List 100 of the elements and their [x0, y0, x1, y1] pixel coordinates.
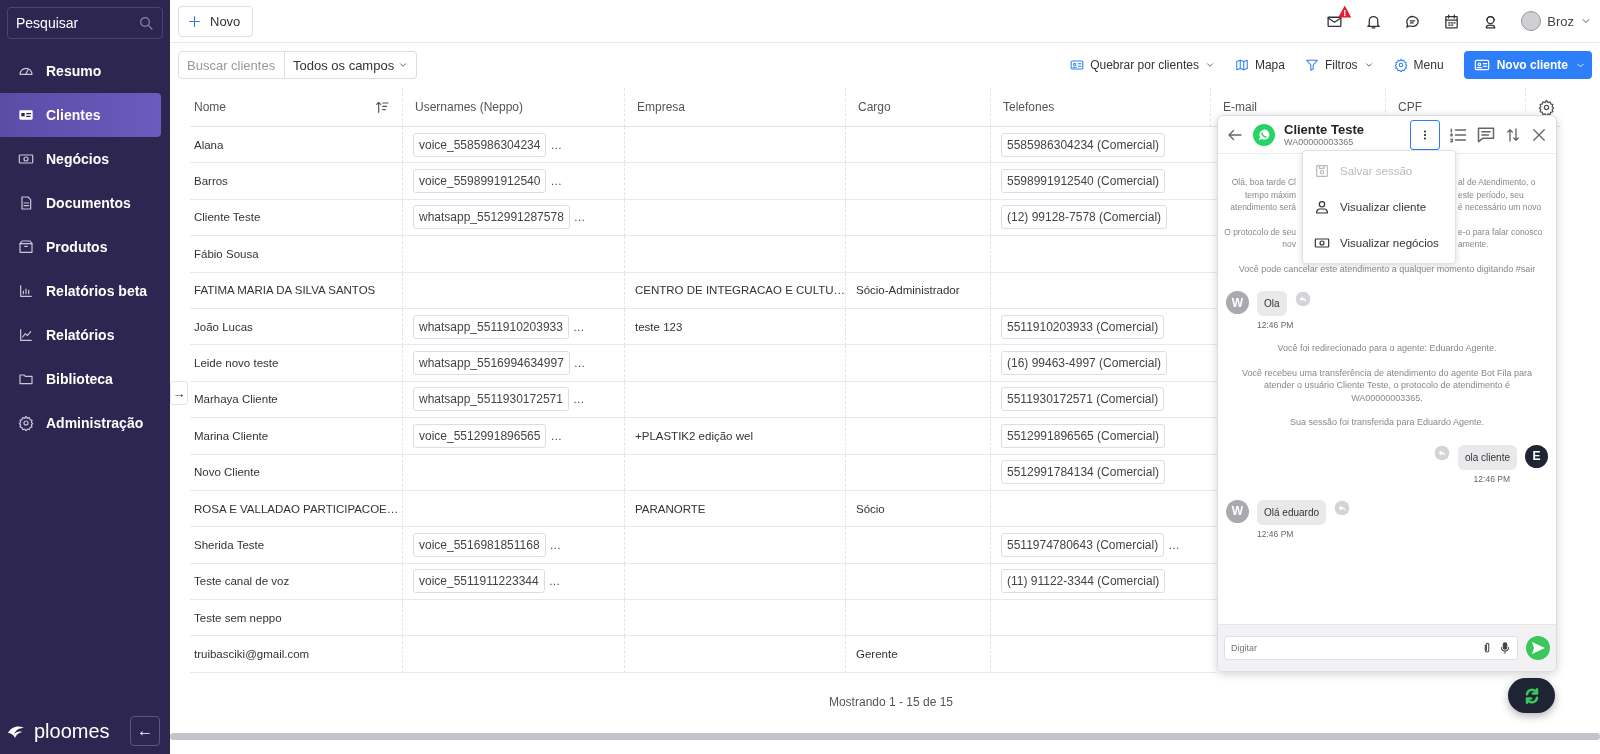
phone-tag: 5511974780643 (Comercial) — [1001, 533, 1165, 557]
chevron-down-icon — [398, 60, 409, 70]
toolbar-button[interactable]: Mapa — [1234, 58, 1285, 72]
system-message: Olá, boa tarde Cl — [1230, 176, 1296, 189]
sort-icon[interactable] — [374, 99, 390, 115]
microphone-icon[interactable] — [1498, 641, 1512, 655]
system-message: Você pode cancelar este atendimento a qualquer momento digitando #sair — [1237, 262, 1537, 275]
search-icon — [138, 15, 154, 31]
system-message: amente. — [1458, 238, 1490, 251]
collapse-button[interactable]: ← — [130, 716, 160, 746]
system-message: al de Atendimento, o — [1458, 176, 1537, 189]
client-name-cell[interactable]: Cliente Teste — [190, 199, 402, 237]
system-message: atendimento será — [1229, 201, 1296, 214]
username-tag: whatsapp_5511910203933 — [413, 314, 569, 339]
id-card-icon — [1473, 57, 1490, 73]
sidebar-item[interactable]: Clientes — [0, 93, 161, 137]
sidebar-item[interactable]: Administração — [0, 401, 161, 445]
client-name-cell[interactable]: Sherida Teste — [190, 527, 402, 564]
client-name-cell[interactable]: Marina Cliente — [190, 418, 402, 455]
toolbar-button[interactable]: Quebrar por clientes — [1070, 58, 1215, 72]
column-header[interactable]: Telefones — [990, 88, 1210, 127]
more-options-button[interactable] — [1410, 119, 1440, 150]
more-indicator[interactable]: … — [573, 211, 586, 224]
folder-icon — [18, 371, 34, 387]
sidebar-item[interactable]: Biblioteca — [0, 357, 161, 401]
column-header[interactable]: Usernames (Neppo) — [402, 88, 624, 127]
id-card-icon — [18, 107, 34, 123]
avatar: W — [1226, 291, 1249, 314]
sidebar-item[interactable]: Resumo — [0, 49, 161, 93]
client-name-cell[interactable]: Marhaya Cliente — [190, 381, 402, 419]
search-field[interactable]: Buscar clientes — [178, 51, 285, 79]
more-indicator[interactable]: … — [573, 357, 586, 370]
more-indicator[interactable]: … — [572, 320, 585, 333]
field-dropdown[interactable]: Todos os campos — [285, 51, 418, 79]
avatar[interactable] — [1521, 11, 1542, 31]
menu-item: Salvar sessão — [1303, 153, 1455, 189]
phone-tag: 5598991912540 (Comercial) — [1001, 169, 1166, 194]
chat-app-logo-icon — [1252, 122, 1276, 147]
username-tag: whatsapp_5516994634997 — [413, 351, 570, 376]
client-name-cell[interactable]: FATIMA MARIA DA SILVA SANTOS — [190, 272, 402, 309]
system-message: O protocolo de seu — [1223, 225, 1296, 238]
swap-arrows-icon[interactable] — [1504, 125, 1522, 144]
calendar-icon[interactable] — [1443, 12, 1461, 30]
search-field[interactable]: Pesquisar — [7, 7, 163, 39]
client-name-cell[interactable]: Fábio Sousa — [190, 236, 402, 273]
save-icon — [1314, 163, 1330, 179]
money-icon — [18, 151, 34, 167]
logo-text: ploomes — [34, 719, 110, 743]
more-indicator[interactable]: … — [550, 429, 562, 442]
column-header[interactable]: Nome — [190, 88, 402, 127]
alert-badge: ! — [1338, 5, 1352, 18]
system-message: Sua sessão foi transferida para Eduardo Agente. — [1288, 416, 1486, 429]
more-indicator[interactable]: … — [572, 393, 585, 406]
client-name-cell[interactable]: Novo Cliente — [190, 454, 402, 491]
message-bubble: Olá eduardo — [1257, 499, 1327, 525]
avatar: E — [1525, 444, 1548, 468]
client-name-cell[interactable]: ROSA E VALLADAO PARTICIPACOE… — [190, 490, 402, 528]
username-tag: voice_5585986304234 — [413, 132, 547, 157]
more-indicator[interactable]: … — [550, 138, 562, 151]
phone-tag: 5511930172571 (Comercial) — [1001, 387, 1165, 412]
more-indicator[interactable]: … — [1168, 539, 1180, 551]
scrollbar[interactable] — [170, 733, 1600, 740]
column-header[interactable]: Empresa — [624, 88, 845, 127]
line-chart-icon — [18, 327, 34, 343]
client-name-cell[interactable]: Barros — [190, 163, 402, 200]
new-client-button[interactable]: Novo cliente — [1463, 51, 1592, 79]
settings-icon[interactable] — [1538, 98, 1555, 116]
toolbar-button[interactable]: Filtros — [1304, 58, 1374, 72]
client-name-cell[interactable]: Leide novo teste — [190, 345, 402, 382]
message-time: 12:46 PM — [1256, 528, 1295, 539]
table-cell: +PLASTIK2 edição wel — [624, 418, 845, 455]
sidebar-item[interactable]: Negócios — [0, 137, 161, 181]
toolbar-button[interactable]: Menu — [1393, 58, 1444, 72]
menu-item[interactable]: Visualizar negócios — [1303, 225, 1455, 261]
client-name-cell[interactable]: Teste canal de voz — [190, 563, 402, 601]
client-name-cell[interactable]: Alana — [190, 127, 402, 164]
message-input[interactable]: Digitar — [1224, 636, 1518, 660]
phone-tag: 5512991784134 (Comercial) — [1001, 460, 1166, 485]
expand-button[interactable]: → — [170, 381, 188, 405]
sidebar-item[interactable]: Documentos — [0, 181, 161, 225]
new-button[interactable]: Novo — [178, 5, 254, 37]
sync-button[interactable] — [1508, 678, 1555, 713]
box-icon — [18, 239, 34, 255]
sidebar-item[interactable]: Relatórios beta — [0, 269, 161, 313]
more-indicator[interactable]: … — [549, 539, 562, 551]
menu-item[interactable]: Visualizar cliente — [1303, 189, 1455, 225]
username-tag: voice_5511911223344 — [413, 569, 545, 594]
money-icon — [1314, 235, 1330, 251]
bar-chart-icon — [18, 283, 34, 299]
more-indicator[interactable]: … — [548, 575, 561, 588]
client-name-cell[interactable]: truibasciki@gmail.com — [190, 636, 402, 673]
client-name-cell[interactable]: Teste sem neppo — [190, 600, 402, 637]
message-bubble: ola cliente — [1457, 444, 1517, 470]
sidebar-item[interactable]: Relatórios — [0, 313, 161, 357]
sidebar-item[interactable]: Produtos — [0, 225, 161, 269]
client-name-cell[interactable]: João Lucas — [190, 308, 402, 346]
user-name[interactable]: Broz — [1547, 13, 1574, 29]
column-header[interactable]: Cargo — [845, 88, 990, 127]
more-indicator[interactable]: … — [550, 175, 562, 188]
system-message: nov — [1281, 238, 1296, 251]
